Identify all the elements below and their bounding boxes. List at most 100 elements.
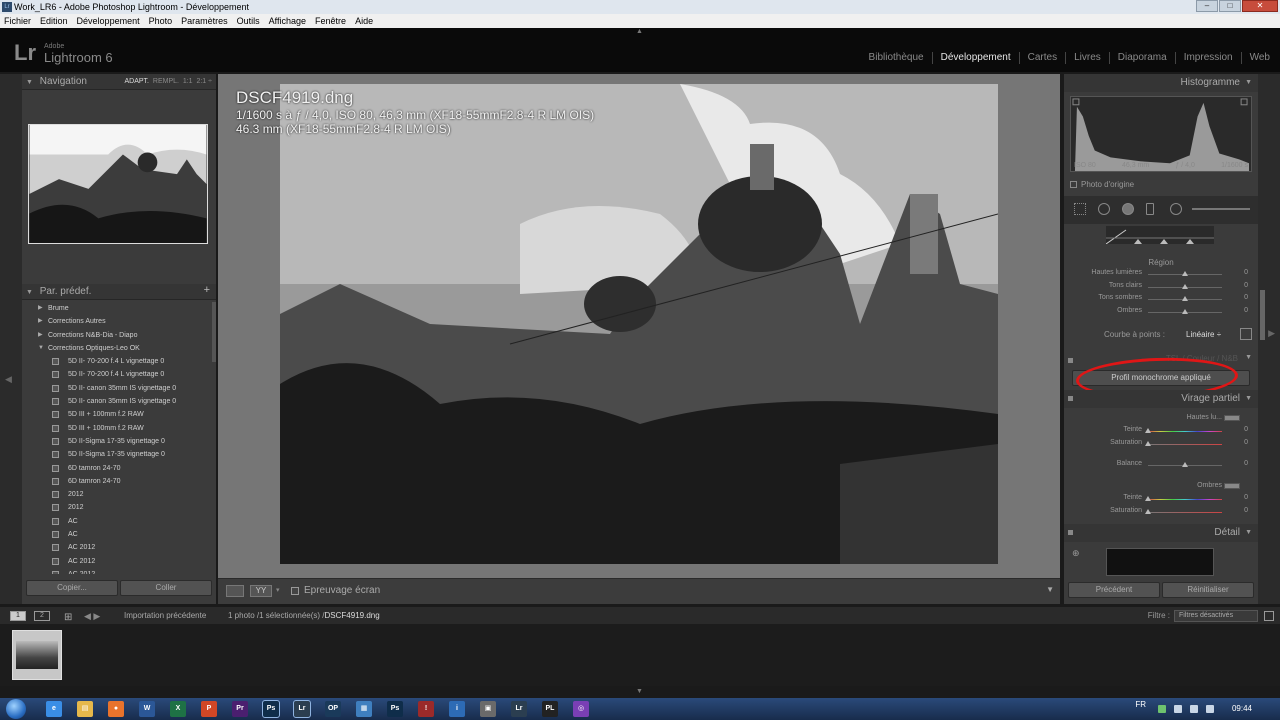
toolbar-menu-icon[interactable]: ▼: [1046, 585, 1054, 594]
slider-knob[interactable]: [1145, 428, 1151, 433]
slider-knob[interactable]: [1145, 509, 1151, 514]
original-photo-toggle[interactable]: Photo d'origine: [1070, 180, 1134, 189]
collapse-right-icon[interactable]: ▶: [1268, 328, 1275, 339]
volume-icon[interactable]: [1190, 705, 1198, 713]
network-icon[interactable]: [1158, 705, 1166, 713]
slider-knob[interactable]: [1182, 309, 1188, 315]
preset-item[interactable]: 5D II- canon 35mm IS vignettage 0: [26, 382, 214, 395]
spot-removal-icon[interactable]: [1098, 203, 1110, 215]
zoom-1-1[interactable]: 1:1: [183, 78, 193, 85]
second-screen-button[interactable]: 2: [34, 611, 50, 621]
menu-fenetre[interactable]: Fenêtre: [315, 14, 346, 28]
detail-header[interactable]: Détail ▼: [1064, 524, 1258, 542]
menu-photo[interactable]: Photo: [149, 14, 173, 28]
slider-knob[interactable]: [1182, 296, 1188, 302]
point-curve-select[interactable]: Linéaire ÷: [1186, 330, 1221, 339]
softproof-checkbox[interactable]: [291, 587, 299, 595]
module-developpement[interactable]: Développement: [933, 52, 1020, 64]
preset-folder[interactable]: ▶ Brume: [26, 302, 214, 315]
preset-item[interactable]: AC: [26, 515, 214, 528]
start-button[interactable]: [6, 699, 26, 719]
slider-knob[interactable]: [1182, 462, 1188, 467]
zoom-fill[interactable]: REMPL.: [153, 78, 179, 85]
preset-item[interactable]: 5D III + 100mm f.2 RAW: [26, 408, 214, 421]
slider-row[interactable]: Teinte 0: [1064, 426, 1258, 438]
collapse-triangle-icon[interactable]: ▼: [1245, 354, 1252, 361]
menu-developpement[interactable]: Développement: [77, 14, 140, 28]
preset-folder[interactable]: ▶ Corrections Autres: [26, 315, 214, 328]
module-web[interactable]: Web: [1242, 52, 1272, 64]
menu-affichage[interactable]: Affichage: [269, 14, 306, 28]
minimize-button[interactable]: –: [1196, 0, 1218, 12]
slider-track[interactable]: [1148, 512, 1222, 513]
zoom-fit[interactable]: ADAPT.: [124, 78, 149, 85]
filter-select[interactable]: Filtres désactivés: [1174, 610, 1258, 622]
module-livres[interactable]: Livres: [1066, 52, 1110, 64]
radial-filter-icon[interactable]: [1170, 203, 1182, 215]
taskbar-app-app-red-icon[interactable]: !: [418, 701, 434, 717]
collapse-bottom-icon[interactable]: ▼: [636, 688, 643, 695]
preset-item[interactable]: 5D II-Sigma 17-35 vignettage 0: [26, 448, 214, 461]
before-after-button[interactable]: YY: [250, 585, 272, 597]
panel-toggle-icon[interactable]: [1068, 396, 1073, 401]
preset-item[interactable]: 5D II- canon 35mm IS vignettage 0: [26, 395, 214, 408]
taskbar-app-explorer-icon[interactable]: ▤: [77, 701, 93, 717]
slider-value[interactable]: 0: [1244, 494, 1248, 501]
taskbar-app-firefox-icon[interactable]: ●: [108, 701, 124, 717]
preset-item[interactable]: 2012: [26, 501, 214, 514]
module-cartes[interactable]: Cartes: [1020, 52, 1067, 64]
slider-value[interactable]: 0: [1244, 282, 1248, 289]
collapse-top-icon[interactable]: ▲: [636, 28, 643, 35]
module-impression[interactable]: Impression: [1176, 52, 1242, 64]
slider-row[interactable]: Balance 0: [1064, 460, 1258, 472]
right-panel-scrollbar[interactable]: [1260, 290, 1265, 340]
panel-toggle-icon[interactable]: [1068, 358, 1073, 363]
preset-item[interactable]: 5D II-Sigma 17-35 vignettage 0: [26, 435, 214, 448]
menu-outils[interactable]: Outils: [237, 14, 260, 28]
shadows-color-swatch[interactable]: [1224, 483, 1240, 489]
slider-knob[interactable]: [1145, 496, 1151, 501]
reset-button[interactable]: Réinitialiser: [1162, 582, 1254, 598]
source-label[interactable]: Importation précédente: [124, 607, 206, 625]
language-indicator[interactable]: FR: [1135, 694, 1146, 716]
slider-value[interactable]: 0: [1244, 426, 1248, 433]
panel-toggle-icon[interactable]: [1068, 530, 1073, 535]
point-curve-edit-icon[interactable]: [1240, 328, 1252, 340]
detail-preview[interactable]: [1106, 548, 1214, 576]
crop-tool-icon[interactable]: [1074, 203, 1086, 215]
nav-arrows-icon[interactable]: ◀ ▶: [84, 607, 100, 625]
main-photo[interactable]: [280, 84, 998, 564]
adjustment-brush-icon[interactable]: [1192, 208, 1250, 210]
slider-row[interactable]: Tons sombres 0: [1064, 294, 1258, 306]
slider-knob[interactable]: [1182, 271, 1188, 276]
slider-track[interactable]: [1148, 499, 1222, 500]
preset-folder[interactable]: ▼ Corrections Optiques-Leo OK: [26, 342, 214, 355]
preset-item[interactable]: 5D II- 70-200 f.4 L vignettage 0: [26, 368, 214, 381]
module-bibliotheque[interactable]: Bibliothèque: [861, 52, 933, 64]
previous-button[interactable]: Précédent: [1068, 582, 1160, 598]
histogram-graph[interactable]: [1070, 96, 1252, 172]
taskbar-app-photoshop-icon[interactable]: Ps: [262, 700, 280, 718]
original-photo-checkbox[interactable]: [1070, 181, 1077, 188]
taskbar-app-ie-icon[interactable]: e: [46, 701, 62, 717]
menu-fichier[interactable]: Fichier: [4, 14, 31, 28]
power-icon[interactable]: [1206, 705, 1214, 713]
menu-aide[interactable]: Aide: [355, 14, 373, 28]
slider-row[interactable]: Saturation 0: [1064, 439, 1258, 451]
slider-row[interactable]: Tons clairs 0: [1064, 282, 1258, 294]
taskbar-app-lightroom-icon[interactable]: Lr: [293, 700, 311, 718]
taskbar-app-app-blue-icon[interactable]: ▦: [356, 701, 372, 717]
preset-item[interactable]: 6D tamron 24-70: [26, 462, 214, 475]
preset-list-scrollbar[interactable]: [212, 302, 216, 362]
slider-value[interactable]: 0: [1244, 269, 1248, 276]
slider-row[interactable]: Hautes lumières 0: [1064, 269, 1258, 281]
red-eye-icon[interactable]: [1122, 203, 1134, 215]
main-screen-button[interactable]: 1: [10, 611, 26, 621]
taskbar-app-info-icon[interactable]: i: [449, 701, 465, 717]
taskbar-app-word-icon[interactable]: W: [139, 701, 155, 717]
navigator-header[interactable]: ▼ Navigation ADAPT. REMPL. 1:1 2:1 ÷: [22, 74, 216, 90]
slider-row[interactable]: Saturation 0: [1064, 507, 1258, 519]
slider-row[interactable]: Teinte 0: [1064, 494, 1258, 506]
filter-lock-icon[interactable]: [1264, 611, 1274, 621]
preset-item[interactable]: 6D tamron 24-70: [26, 475, 214, 488]
